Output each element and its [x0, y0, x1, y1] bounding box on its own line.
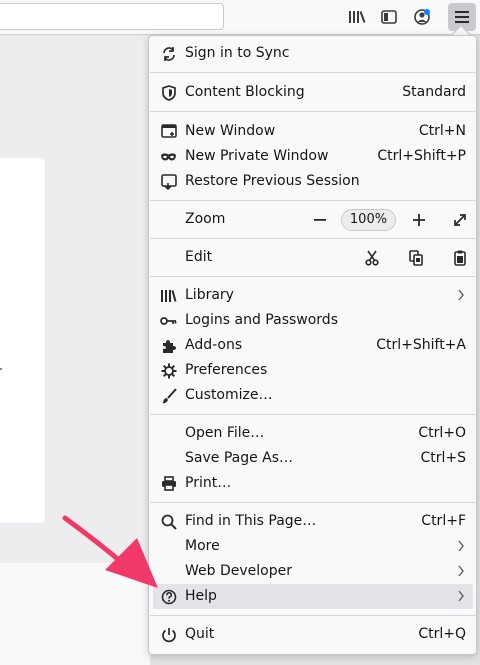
- cut-button[interactable]: [360, 245, 384, 270]
- web-developer-label: Web Developer: [185, 563, 292, 579]
- save-page-label: Save Page As…: [185, 450, 294, 466]
- library-button[interactable]: [343, 3, 371, 31]
- new-private-window-shortcut: Ctrl+Shift+P: [377, 148, 466, 164]
- clipboard-icon: [454, 250, 466, 266]
- chevron-right-icon: [458, 540, 464, 552]
- paste-button[interactable]: [448, 245, 472, 270]
- content-blocking-label: Content Blocking: [185, 84, 305, 100]
- new-private-window[interactable]: New Private Window Ctrl+Shift+P: [153, 144, 473, 169]
- sidebar-icon: [381, 10, 397, 24]
- separator: [150, 502, 477, 503]
- restore-session-label: Restore Previous Session: [185, 173, 360, 189]
- app-menu-panel: Sign in to Sync Content Blocking Standar…: [148, 35, 477, 655]
- sidebar-toggle-button[interactable]: [375, 3, 403, 31]
- open-file[interactable]: Open File… Ctrl+O: [153, 421, 473, 446]
- web-developer[interactable]: Web Developer: [153, 559, 473, 584]
- private-mask-icon: [160, 148, 177, 165]
- page-mark: [0, 368, 2, 370]
- add-ons-label: Add-ons: [185, 337, 243, 353]
- help[interactable]: Help: [153, 584, 473, 609]
- sign-in-to-sync[interactable]: Sign in to Sync: [153, 41, 473, 66]
- new-window-label: New Window: [185, 123, 276, 139]
- add-ons[interactable]: Add-ons Ctrl+Shift+A: [153, 333, 473, 358]
- save-page-as[interactable]: Save Page As… Ctrl+S: [153, 446, 473, 471]
- page-card: [0, 158, 45, 523]
- preferences[interactable]: Preferences: [153, 358, 473, 383]
- new-window[interactable]: New Window Ctrl+N: [153, 119, 473, 144]
- logins-label: Logins and Passwords: [185, 312, 338, 328]
- save-page-shortcut: Ctrl+S: [420, 450, 466, 466]
- shield-icon: [160, 84, 177, 101]
- zoom-out-button[interactable]: [308, 207, 332, 232]
- browser-toolbar: [0, 0, 480, 35]
- paintbrush-icon: [160, 387, 177, 404]
- find-in-page[interactable]: Find in This Page… Ctrl+F: [153, 509, 473, 534]
- restore-previous-session[interactable]: Restore Previous Session: [153, 169, 473, 194]
- separator: [150, 276, 477, 277]
- separator: [150, 111, 477, 112]
- zoom-reset-button[interactable]: 100%: [341, 209, 396, 231]
- edit-row: Edit: [153, 245, 473, 270]
- preferences-label: Preferences: [185, 362, 268, 378]
- fullscreen-icon: [454, 213, 466, 226]
- minus-icon: [314, 218, 326, 221]
- quit-shortcut: Ctrl+Q: [418, 626, 466, 642]
- zoom-label: Zoom: [185, 211, 226, 227]
- puzzle-icon: [160, 337, 177, 354]
- open-file-shortcut: Ctrl+O: [418, 425, 466, 441]
- customize[interactable]: Customize…: [153, 383, 473, 408]
- restore-session-icon: [160, 173, 177, 190]
- print[interactable]: Print…: [153, 471, 473, 496]
- open-file-label: Open File…: [185, 425, 265, 441]
- copy-icon: [409, 249, 423, 266]
- account-button[interactable]: [408, 3, 436, 31]
- chevron-right-icon: [458, 289, 464, 301]
- edit-label: Edit: [185, 249, 213, 265]
- content-blocking-value: Standard: [402, 84, 466, 100]
- quit-label: Quit: [185, 626, 215, 642]
- find-shortcut: Ctrl+F: [421, 513, 466, 529]
- separator: [150, 72, 477, 73]
- printer-icon: [160, 475, 177, 492]
- more-label: More: [185, 538, 220, 554]
- account-icon: [414, 9, 430, 25]
- library-item[interactable]: Library: [153, 283, 473, 308]
- new-window-shortcut: Ctrl+N: [418, 123, 466, 139]
- chevron-right-icon: [458, 590, 464, 602]
- find-label: Find in This Page…: [185, 513, 317, 529]
- content-blocking[interactable]: Content Blocking Standard: [153, 80, 473, 105]
- fullscreen-button[interactable]: [448, 207, 472, 232]
- quit[interactable]: Quit Ctrl+Q: [153, 622, 473, 647]
- gear-icon: [160, 362, 177, 379]
- key-icon: [160, 312, 177, 329]
- library-icon: [349, 11, 366, 23]
- plus-icon: [413, 213, 425, 226]
- separator: [150, 414, 477, 415]
- library-label: Library: [185, 287, 234, 303]
- zoom-row: Zoom 100%: [153, 207, 473, 232]
- zoom-in-button[interactable]: [407, 207, 431, 232]
- annotation-arrow: [62, 515, 158, 588]
- sync-icon: [160, 45, 177, 62]
- separator: [150, 615, 477, 616]
- more[interactable]: More: [153, 534, 473, 559]
- print-label: Print…: [185, 475, 232, 491]
- chevron-right-icon: [458, 565, 464, 577]
- new-window-icon: [160, 123, 177, 140]
- logins-and-passwords[interactable]: Logins and Passwords: [153, 308, 473, 333]
- sync-label: Sign in to Sync: [185, 45, 290, 61]
- copy-button[interactable]: [404, 245, 428, 270]
- url-bar[interactable]: [0, 3, 224, 30]
- new-private-window-label: New Private Window: [185, 148, 329, 164]
- separator: [150, 200, 477, 201]
- add-ons-shortcut: Ctrl+Shift+A: [376, 337, 466, 353]
- help-label: Help: [185, 588, 217, 604]
- library-icon: [160, 287, 177, 304]
- scissors-icon: [365, 250, 379, 266]
- power-icon: [160, 626, 177, 643]
- customize-label: Customize…: [185, 387, 273, 403]
- separator: [150, 238, 477, 239]
- hamburger-icon: [455, 11, 469, 23]
